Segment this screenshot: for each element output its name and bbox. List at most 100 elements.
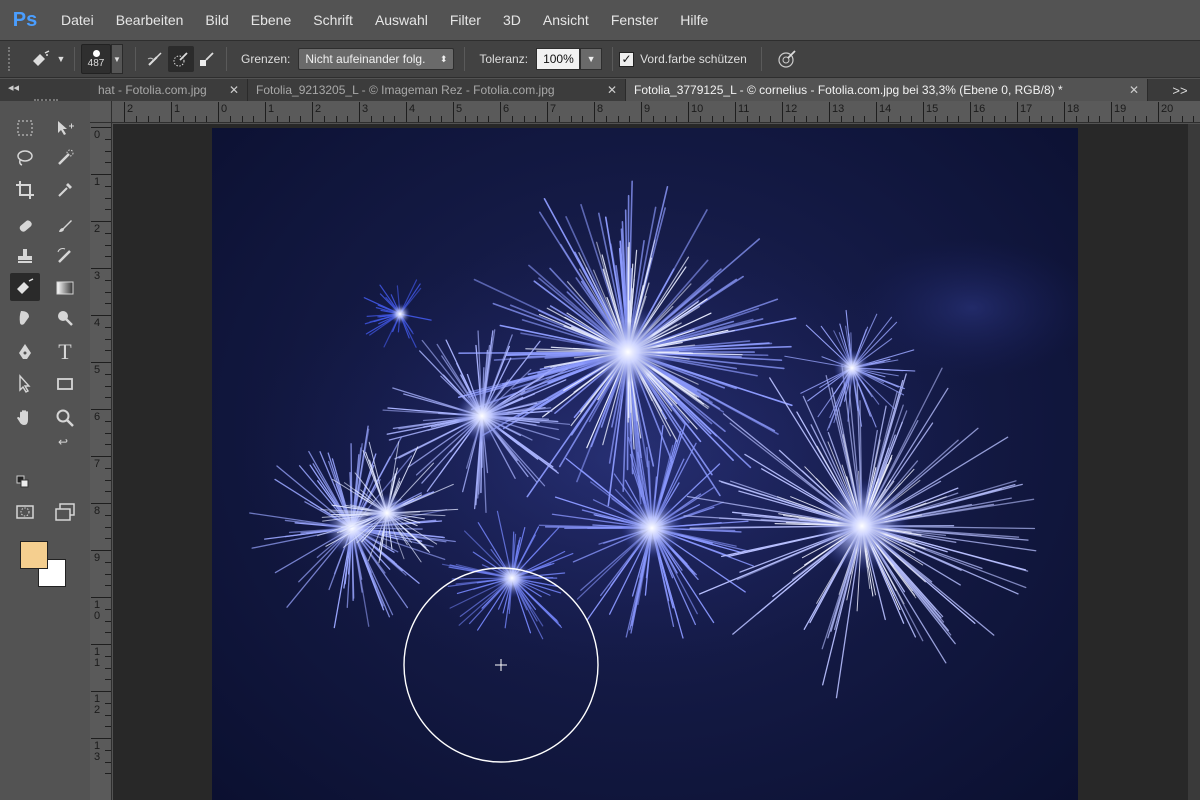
limits-value: Nicht aufeinander folg. (305, 52, 426, 66)
background-eraser-preset-icon[interactable] (28, 46, 54, 72)
menu-datei[interactable]: Datei (50, 0, 105, 40)
brush-size-picker[interactable]: 487 (81, 44, 111, 74)
dodge-icon[interactable] (52, 305, 78, 331)
background-color-swatch[interactable] (38, 559, 66, 587)
ruler-minor-tick (105, 138, 111, 140)
screen-mode-icon[interactable] (52, 499, 78, 525)
ruler-minor-tick (206, 116, 208, 122)
type-icon[interactable]: T (52, 339, 78, 365)
ruler-tick (1064, 102, 1065, 122)
ruler-minor-tick (105, 655, 111, 657)
tab-overflow-button[interactable]: >> (1160, 79, 1200, 101)
brush-dot-icon (92, 49, 100, 57)
close-icon[interactable]: ✕ (1129, 83, 1139, 97)
ruler-minor-tick (105, 338, 111, 340)
toolbox-grip[interactable] (34, 99, 58, 101)
preset-dropdown-icon[interactable]: ▼ (54, 46, 68, 72)
ruler-tick (91, 691, 111, 692)
options-grip[interactable] (8, 47, 14, 71)
foreground-color-swatch[interactable] (20, 541, 48, 569)
menu-filter[interactable]: Filter (439, 0, 492, 40)
document-image[interactable] (212, 128, 1078, 800)
ruler-minor-tick (105, 244, 111, 246)
ruler-tick (91, 221, 111, 222)
limits-select[interactable]: Nicht aufeinander folg. ⬍ (298, 48, 455, 70)
gradient-icon[interactable] (52, 275, 78, 301)
tab-imageman[interactable]: Fotolia_9213205_L - © Imageman Rez - Fot… (248, 79, 626, 101)
default-colors-icon[interactable] (16, 475, 30, 489)
ruler-label: 1 (268, 103, 275, 115)
vertical-scrollbar[interactable] (1188, 124, 1200, 800)
sampling-once-icon[interactable] (168, 46, 194, 72)
brush-size-dropdown[interactable]: ▼ (111, 44, 123, 74)
ruler-label: 14 (879, 103, 892, 115)
clone-stamp-icon[interactable] (12, 243, 38, 269)
menu-bearbeiten[interactable]: Bearbeiten (105, 0, 195, 40)
smudge-icon[interactable] (12, 305, 38, 331)
canvas-area[interactable] (113, 124, 1200, 800)
collapse-panel-icon[interactable]: ◂◂ (8, 82, 19, 94)
tablet-pressure-icon[interactable] (774, 46, 800, 72)
menu-fenster[interactable]: Fenster (600, 0, 669, 40)
spot-healing-icon[interactable] (12, 213, 38, 239)
brush-icon[interactable] (52, 213, 78, 239)
ruler-minor-tick (105, 279, 111, 281)
menu-auswahl[interactable]: Auswahl (364, 0, 439, 40)
ruler-label: 2 (315, 103, 322, 115)
menu-hilfe[interactable]: Hilfe (669, 0, 719, 40)
zoom-icon[interactable] (52, 405, 78, 431)
ruler-minor-tick (805, 116, 807, 122)
horizontal-ruler[interactable]: 2 1 0 1 2 3 4 5 6 7 8 9 10 11 12 13 14 15 16 17 18 19 20 (112, 101, 1200, 123)
menu-ansicht[interactable]: Ansicht (532, 0, 600, 40)
ruler-minor-tick (105, 561, 111, 563)
pen-icon[interactable] (12, 339, 38, 365)
close-icon[interactable]: ✕ (229, 83, 239, 97)
tab-cornelius[interactable]: Fotolia_3779125_L - © cornelius - Fotoli… (626, 79, 1148, 101)
history-brush-icon[interactable] (52, 243, 78, 269)
ruler-origin[interactable] (90, 101, 112, 123)
ruler-tick (547, 102, 548, 122)
app-logo: Ps (12, 8, 38, 31)
hand-icon[interactable] (12, 405, 38, 431)
ruler-label: 8 (597, 103, 604, 115)
ruler-label: 2 (94, 223, 101, 235)
close-icon[interactable]: ✕ (607, 83, 617, 97)
menu-schrift[interactable]: Schrift (302, 0, 364, 40)
sampling-continuous-icon[interactable] (142, 46, 168, 72)
menu-bild[interactable]: Bild (194, 0, 239, 40)
ruler-minor-tick (1193, 116, 1195, 122)
ruler-tick (91, 315, 111, 316)
ruler-minor-tick (1052, 116, 1054, 122)
sampling-background-swatch-icon[interactable] (194, 46, 220, 72)
divider (612, 47, 614, 71)
path-selection-icon[interactable] (12, 371, 38, 397)
menu-ebene[interactable]: Ebene (240, 0, 302, 40)
ruler-minor-tick (852, 116, 854, 122)
ruler-minor-tick (370, 116, 372, 122)
ruler-tick (91, 362, 111, 363)
menu-3d[interactable]: 3D (492, 0, 532, 40)
move-icon[interactable] (52, 115, 78, 141)
tolerance-input[interactable]: 100% (536, 48, 581, 70)
ruler-tick (218, 102, 219, 122)
ruler-label: 15 (926, 103, 939, 115)
crop-icon[interactable] (12, 177, 38, 203)
ruler-tick (91, 456, 111, 457)
background-eraser-icon[interactable] (10, 273, 40, 301)
rectangle-shape-icon[interactable] (52, 371, 78, 397)
ruler-minor-tick (288, 116, 290, 122)
tolerance-dropdown[interactable]: ▼ (580, 48, 603, 70)
lasso-icon[interactable] (12, 145, 38, 171)
rectangular-marquee-icon[interactable] (12, 115, 38, 141)
swap-colors-icon[interactable]: ↩ (56, 435, 70, 449)
quick-selection-icon[interactable] (52, 145, 78, 171)
protect-fg-checkbox[interactable]: ✓ (619, 51, 635, 67)
vertical-ruler[interactable]: 012345678910111213 (90, 123, 112, 800)
ruler-minor-tick (899, 116, 901, 122)
eyedropper-icon[interactable] (52, 177, 78, 203)
tab-hat[interactable]: hat - Fotolia.com.jpg ✕ (90, 79, 248, 101)
quick-mask-icon[interactable] (12, 499, 38, 525)
ruler-minor-tick (582, 116, 584, 122)
ruler-minor-tick (105, 702, 111, 704)
ruler-tick (594, 102, 595, 122)
